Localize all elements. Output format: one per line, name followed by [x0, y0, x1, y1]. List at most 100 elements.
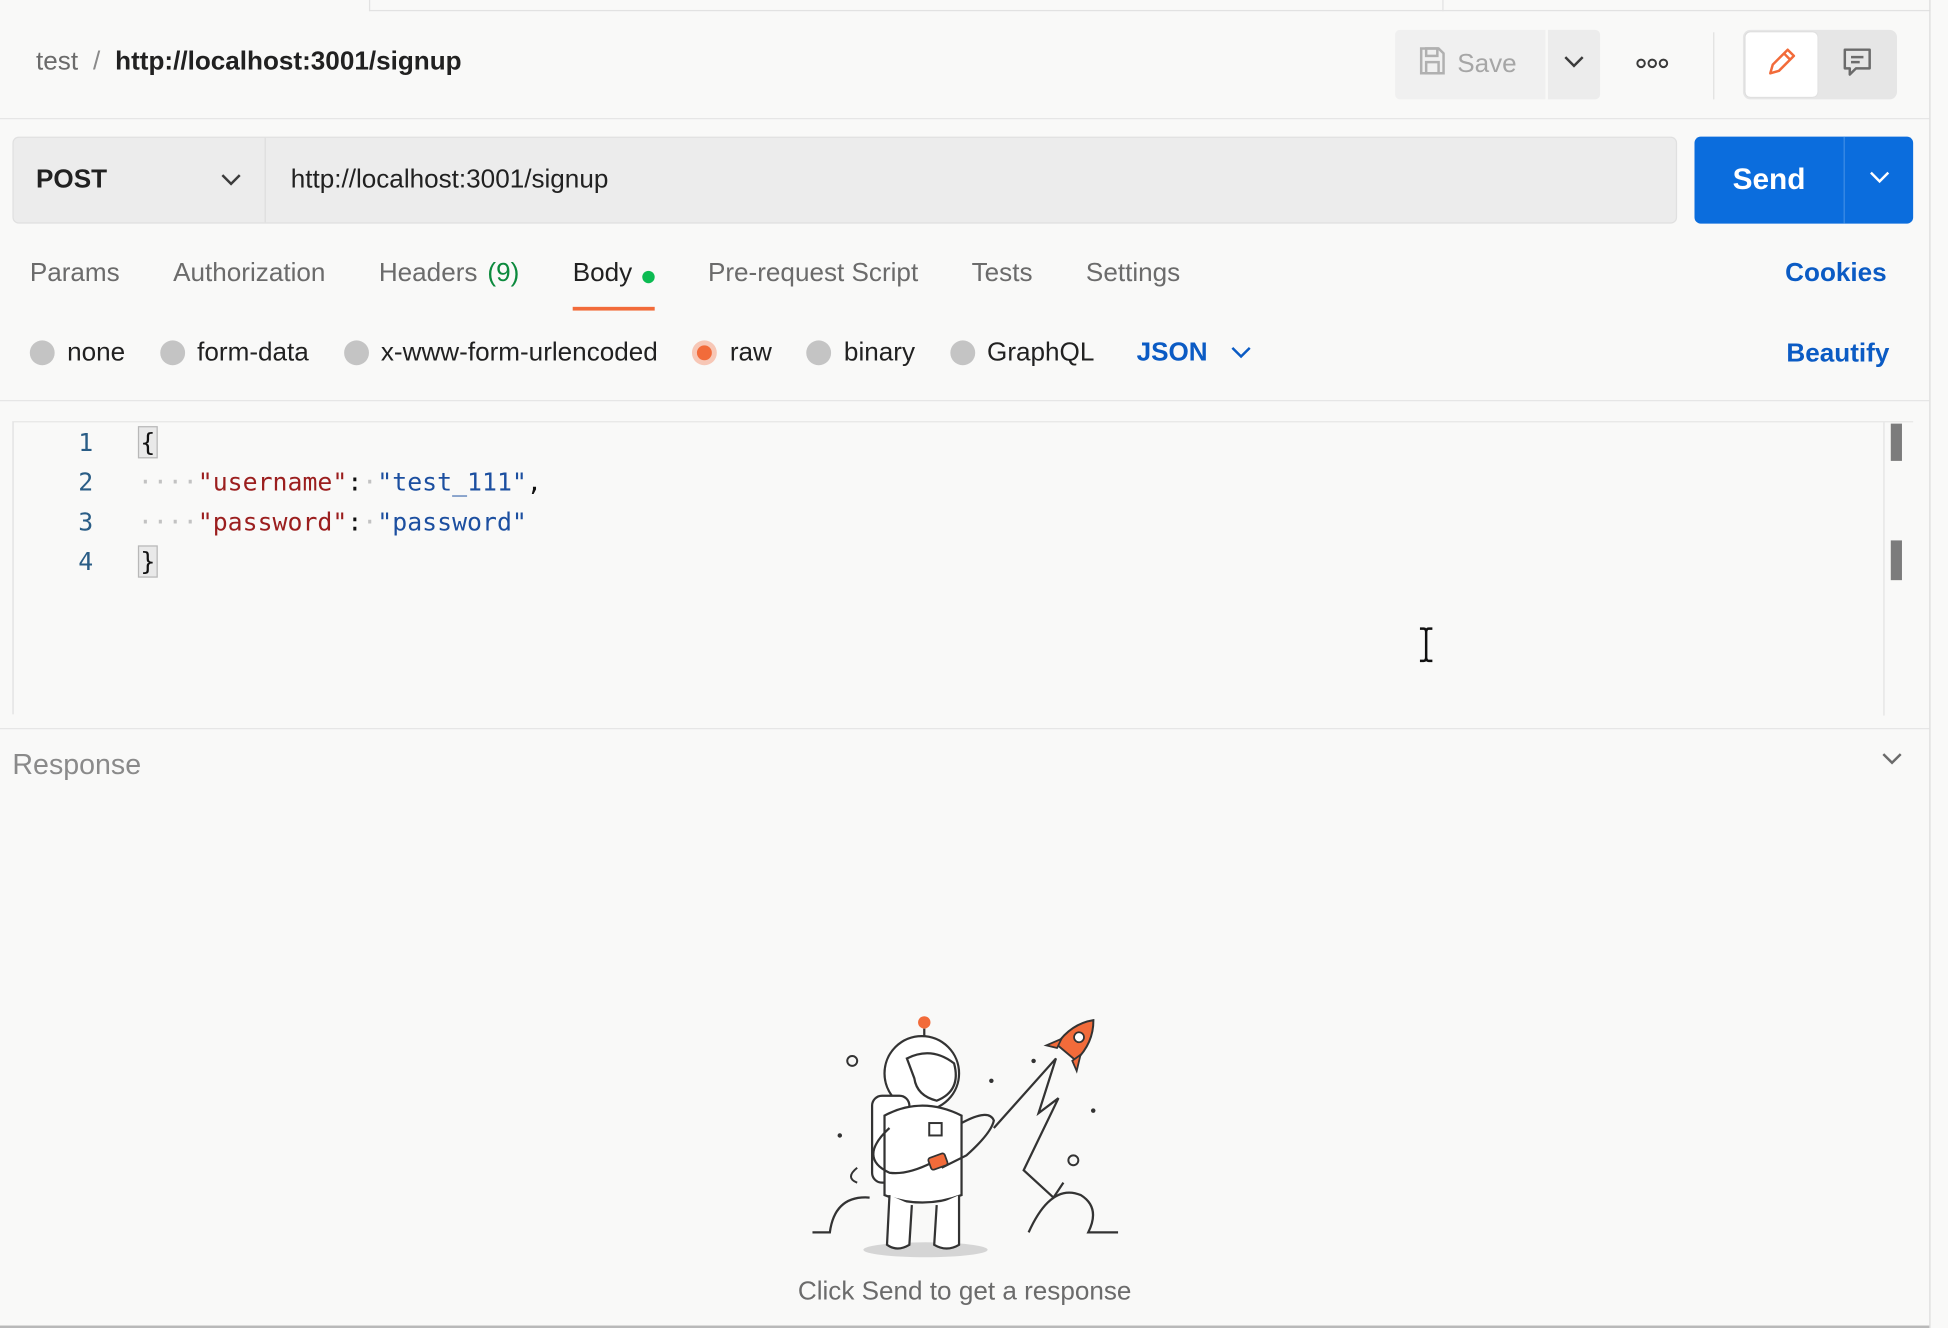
view-mode-toggle — [1742, 29, 1897, 100]
breadcrumb-separator: / — [92, 47, 101, 76]
code-line: 4 } — [14, 542, 158, 582]
chevron-down-icon — [1563, 53, 1585, 75]
code-text: ····"password":·"password" — [138, 507, 527, 537]
scrollbar-marker — [1890, 540, 1902, 581]
matched-brace: } — [137, 545, 158, 578]
body-modified-indicator — [642, 270, 655, 284]
tab-authorization[interactable]: Authorization — [173, 258, 325, 310]
collapse-response-button[interactable] — [1881, 750, 1903, 772]
json-key: "username" — [197, 467, 348, 497]
url-input[interactable]: http://localhost:3001/signup — [266, 138, 1676, 222]
code-text: } — [137, 545, 158, 578]
response-empty-message: Click Send to get a response — [797, 1277, 1132, 1306]
tab-pre-request-script[interactable]: Pre-request Script — [708, 258, 918, 310]
radio-button[interactable] — [29, 340, 55, 366]
request-name[interactable]: http://localhost:3001/signup — [115, 47, 461, 77]
scrollbar-thumb[interactable] — [1890, 423, 1902, 461]
save-group: Save — [1395, 29, 1601, 100]
body-mode-none[interactable]: none — [29, 337, 126, 368]
body-mode-raw[interactable]: raw — [692, 337, 772, 368]
url-bar: POST http://localhost:3001/signup — [12, 136, 1678, 224]
tab-label: Params — [29, 258, 120, 287]
radio-button[interactable] — [949, 340, 975, 366]
body-mode-form-data[interactable]: form-data — [159, 337, 309, 368]
line-number: 3 — [78, 506, 94, 537]
radio-button[interactable] — [806, 340, 832, 366]
tab-body[interactable]: Body — [572, 258, 655, 311]
save-options-button[interactable] — [1547, 29, 1601, 100]
send-button-group: Send — [1694, 136, 1914, 224]
divider — [0, 727, 1930, 730]
astronaut-illustration-icon — [807, 1009, 1130, 1270]
json-string-value: "test_111" — [377, 467, 527, 497]
send-button[interactable]: Send — [1694, 137, 1843, 224]
chevron-down-icon — [1868, 169, 1890, 191]
chevron-down-icon — [1881, 750, 1903, 771]
breadcrumb-collection[interactable]: test — [36, 47, 78, 77]
raw-format-label: JSON — [1136, 337, 1208, 367]
json-key: "password" — [197, 506, 348, 537]
radio-button-selected[interactable] — [692, 340, 718, 366]
tab-label: Body — [572, 258, 633, 287]
code-line: 2 ····"username":·"test_111", — [14, 462, 542, 502]
radio-label: binary — [843, 337, 915, 367]
tab-strip-edge — [1442, 0, 1931, 12]
body-mode-binary[interactable]: binary — [806, 337, 915, 368]
tab-tests[interactable]: Tests — [972, 258, 1033, 310]
tab-label: Settings — [1085, 258, 1181, 287]
edit-mode-button[interactable] — [1745, 32, 1818, 97]
divider — [0, 400, 1930, 402]
more-actions-button[interactable] — [1627, 45, 1677, 85]
code-text: { — [137, 426, 158, 459]
radio-label: raw — [729, 337, 772, 367]
comments-button[interactable] — [1820, 30, 1895, 100]
cookies-link[interactable]: Cookies — [1785, 258, 1886, 288]
save-button[interactable]: Save — [1395, 29, 1546, 100]
chevron-down-icon — [220, 165, 242, 195]
tab-settings[interactable]: Settings — [1086, 258, 1180, 310]
radio-label: GraphQL — [987, 337, 1095, 367]
send-options-button[interactable] — [1845, 137, 1913, 224]
request-tabs: Params Authorization Headers (9) Body Pr… — [30, 258, 1234, 311]
line-number: 1 — [78, 427, 94, 458]
pencil-icon — [1764, 44, 1799, 85]
line-number: 2 — [78, 467, 94, 497]
body-mode-graphql[interactable]: GraphQL — [949, 337, 1095, 368]
tab-label: Tests — [971, 258, 1033, 287]
chevron-down-icon — [1230, 338, 1252, 368]
radio-label: x-www-form-urlencoded — [380, 337, 658, 367]
body-code-editor[interactable]: 1 { 2 ····"username":·"test_111", 3 ····… — [12, 421, 1914, 716]
tab-headers[interactable]: Headers (9) — [379, 258, 519, 310]
radio-label: none — [67, 337, 126, 367]
space-marker: · — [362, 506, 378, 537]
radio-button[interactable] — [343, 340, 369, 366]
body-mode-selector: none form-data x-www-form-urlencoded raw… — [29, 337, 1253, 368]
body-mode-urlencoded[interactable]: x-www-form-urlencoded — [343, 337, 658, 368]
json-colon: : — [347, 506, 363, 537]
breadcrumb: test / http://localhost:3001/signup — [36, 47, 462, 77]
radio-label: form-data — [197, 337, 309, 367]
tab-strip-edge — [368, 0, 1444, 12]
beautify-link[interactable]: Beautify — [1786, 339, 1889, 369]
postman-request-view: test / http://localhost:3001/signup Save — [0, 0, 1948, 1328]
comment-icon — [1840, 44, 1875, 85]
tab-label: Headers — [378, 258, 478, 287]
response-title[interactable]: Response — [12, 748, 141, 782]
save-icon — [1417, 45, 1447, 85]
space-marker: · — [362, 467, 378, 497]
raw-format-select[interactable]: JSON — [1137, 338, 1253, 368]
save-label: Save — [1457, 49, 1517, 79]
tab-params[interactable]: Params — [30, 258, 120, 310]
method-select[interactable]: POST — [14, 137, 266, 223]
indent-whitespace: ···· — [137, 467, 198, 497]
ellipsis-icon — [1636, 53, 1669, 75]
headers-count-badge: (9) — [487, 258, 520, 287]
code-text: ····"username":·"test_111", — [138, 467, 542, 497]
panel-divider — [1929, 0, 1931, 1328]
toolbar-divider — [1713, 32, 1715, 100]
matched-brace: { — [137, 426, 158, 459]
tab-label: Pre-request Script — [707, 258, 919, 287]
code-line: 1 { — [14, 422, 158, 462]
radio-button[interactable] — [159, 340, 185, 366]
json-comma: , — [526, 467, 542, 497]
